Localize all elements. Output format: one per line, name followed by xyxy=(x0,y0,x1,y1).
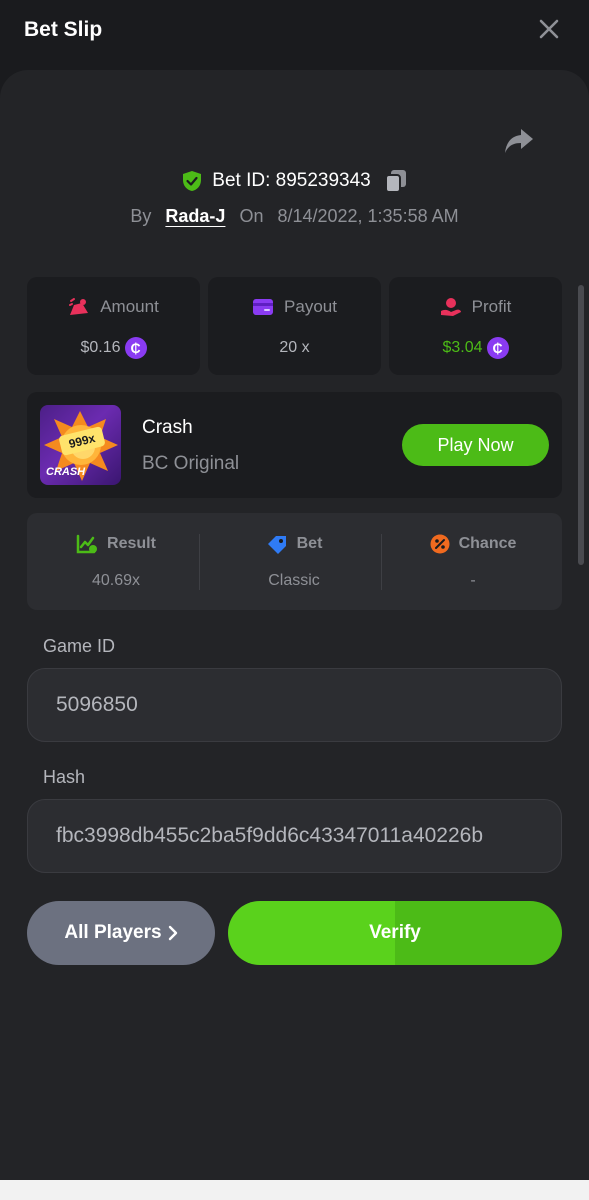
top-bar: Bet Slip xyxy=(0,0,589,70)
bet-id: Bet ID: 895239343 xyxy=(212,170,371,191)
result-value: 40.69x xyxy=(91,572,141,589)
coin-icon: ₵ xyxy=(124,337,147,359)
coin-icon: ₵ xyxy=(486,337,509,359)
share-icon xyxy=(505,129,533,153)
bet-meta-row: By Rada-J On 8/14/2022, 1:35:58 AM xyxy=(0,202,589,230)
profit-label: Profit xyxy=(471,297,512,316)
all-players-label: All Players xyxy=(64,922,162,943)
amount-value: $0.16 xyxy=(80,339,121,356)
share-button[interactable] xyxy=(503,126,535,156)
result-column: Result 40.69x xyxy=(27,513,205,610)
game-name: Crash xyxy=(142,417,193,438)
amount-icon xyxy=(69,298,89,315)
chevron-right-icon xyxy=(168,925,177,941)
bet-tag-icon xyxy=(267,536,286,554)
divider xyxy=(199,534,200,590)
thumb-label: CRASH xyxy=(46,466,86,478)
on-label: On xyxy=(239,205,264,226)
chance-value: - xyxy=(470,572,476,589)
play-now-button[interactable]: Play Now xyxy=(402,424,549,466)
result-card: Result 40.69x Bet Classic Chance - xyxy=(27,513,562,610)
page-title: Bet Slip xyxy=(24,18,103,41)
hash-input[interactable] xyxy=(56,824,533,848)
hash-label: Hash xyxy=(43,767,86,787)
verify-button[interactable]: Verify xyxy=(228,901,562,965)
bet-id-row: Bet ID: 895239343 xyxy=(0,166,589,196)
scrollbar[interactable] xyxy=(578,285,584,565)
game-card: 999x CRASH Crash BC Original Play Now xyxy=(27,392,562,498)
percent-icon xyxy=(430,534,450,554)
bet-datetime: 8/14/2022, 1:35:58 AM xyxy=(277,205,459,226)
profit-card: Profit $3.04 ₵ xyxy=(389,277,562,375)
payout-icon xyxy=(253,299,274,315)
payout-label: Payout xyxy=(284,297,337,316)
game-id-input[interactable] xyxy=(56,693,533,717)
hash-field[interactable] xyxy=(27,799,562,873)
close-button[interactable] xyxy=(534,14,564,44)
bottom-strip xyxy=(0,1180,589,1200)
bet-value: Classic xyxy=(268,572,320,589)
payout-card: Payout 20 x xyxy=(208,277,381,375)
bet-label: Bet xyxy=(296,535,323,552)
user-link[interactable]: Rada-J xyxy=(165,206,225,227)
divider xyxy=(381,534,382,590)
amount-label: Amount xyxy=(100,297,159,316)
shield-check-icon xyxy=(183,171,202,191)
profit-icon xyxy=(440,298,461,316)
result-label: Result xyxy=(107,535,156,552)
profit-value: $3.04 xyxy=(442,339,483,356)
by-label: By xyxy=(130,205,152,226)
copy-icon[interactable] xyxy=(384,169,407,193)
game-thumbnail[interactable]: 999x CRASH xyxy=(40,405,121,485)
payout-value: 20 x xyxy=(279,339,310,356)
close-icon xyxy=(539,19,559,39)
bet-column: Bet Classic xyxy=(205,513,383,610)
chance-column: Chance - xyxy=(384,513,562,610)
bet-slip-sheet xyxy=(0,70,589,1180)
game-id-label: Game ID xyxy=(43,636,116,656)
amount-card: Amount $0.16 ₵ xyxy=(27,277,200,375)
game-provider: BC Original xyxy=(142,453,240,474)
result-icon xyxy=(76,534,98,554)
game-id-field[interactable] xyxy=(27,668,562,742)
chance-label: Chance xyxy=(458,535,517,552)
all-players-button[interactable]: All Players xyxy=(27,901,215,965)
